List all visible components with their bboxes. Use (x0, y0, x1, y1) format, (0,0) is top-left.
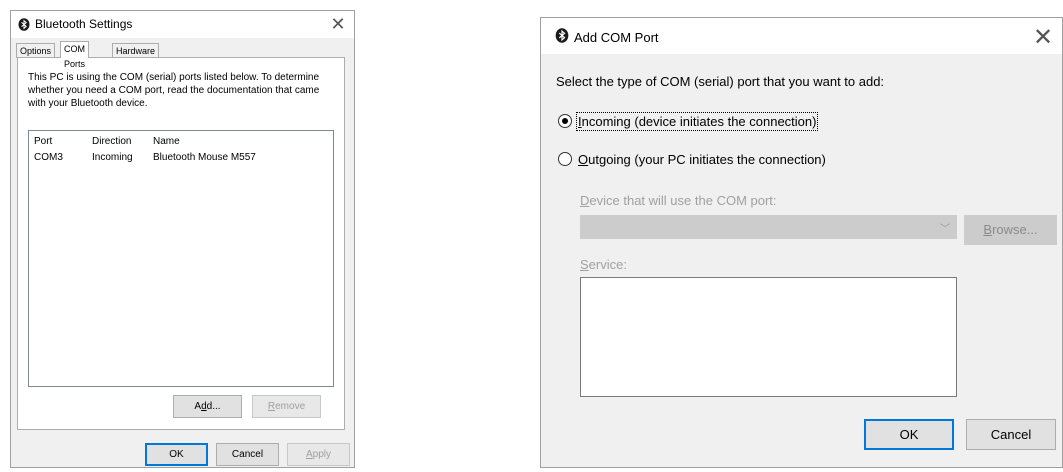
service-field[interactable] (580, 277, 957, 397)
row-port: COM3 (34, 152, 63, 163)
column-header-name[interactable]: Name (153, 136, 180, 147)
prompt-text: Select the type of COM (serial) port tha… (556, 74, 885, 89)
ok-button[interactable]: OK (145, 443, 208, 466)
service-label: Service: (580, 257, 627, 272)
title-bar: Add COM Port ✕ (541, 18, 1062, 54)
column-header-port[interactable]: Port (34, 136, 52, 147)
radio-button[interactable] (558, 114, 572, 128)
com-port-list[interactable]: Port Direction Name COM3 Incoming Blueto… (28, 130, 334, 387)
window-title: Bluetooth Settings (35, 17, 133, 31)
cancel-button[interactable]: Cancel (216, 443, 279, 466)
outgoing-label: Outgoing (your PC initiates the connecti… (578, 152, 826, 167)
tab-hardware[interactable]: Hardware (112, 43, 160, 58)
close-icon[interactable]: ✕ (1032, 23, 1054, 52)
ok-button[interactable]: OK (864, 419, 954, 450)
device-dropdown[interactable]: ﹀ (580, 215, 957, 239)
cancel-button[interactable]: Cancel (966, 419, 1056, 450)
title-bar: Bluetooth Settings ✕ (11, 11, 354, 38)
bluetooth-settings-window: Bluetooth Settings ✕ Options COM Ports H… (10, 10, 355, 468)
table-row[interactable]: COM3 Incoming Bluetooth Mouse M557 (29, 152, 333, 166)
remove-button[interactable]: Remove (252, 395, 321, 418)
tab-options[interactable]: Options (16, 43, 56, 58)
bluetooth-icon (18, 18, 30, 36)
browse-button[interactable]: Browse... (964, 215, 1057, 245)
add-com-port-window: Add COM Port ✕ Select the type of COM (s… (540, 17, 1063, 468)
column-header-direction[interactable]: Direction (92, 136, 131, 147)
row-name: Bluetooth Mouse M557 (153, 152, 256, 163)
close-icon[interactable]: ✕ (330, 14, 346, 35)
chevron-down-icon: ﹀ (940, 224, 950, 235)
bluetooth-icon (555, 28, 569, 48)
add-button[interactable]: Add... (173, 395, 242, 418)
row-direction: Incoming (92, 152, 133, 163)
apply-button[interactable]: Apply (287, 443, 350, 466)
device-label: Device that will use the COM port: (580, 193, 777, 208)
tab-com-ports[interactable]: COM Ports (60, 41, 90, 69)
intro-text: This PC is using the COM (serial) ports … (28, 72, 320, 109)
radio-button[interactable] (558, 152, 572, 166)
window-title: Add COM Port (574, 30, 659, 45)
com-ports-panel: This PC is using the COM (serial) ports … (17, 57, 345, 430)
incoming-label: Incoming (device initiates the connectio… (575, 112, 819, 131)
